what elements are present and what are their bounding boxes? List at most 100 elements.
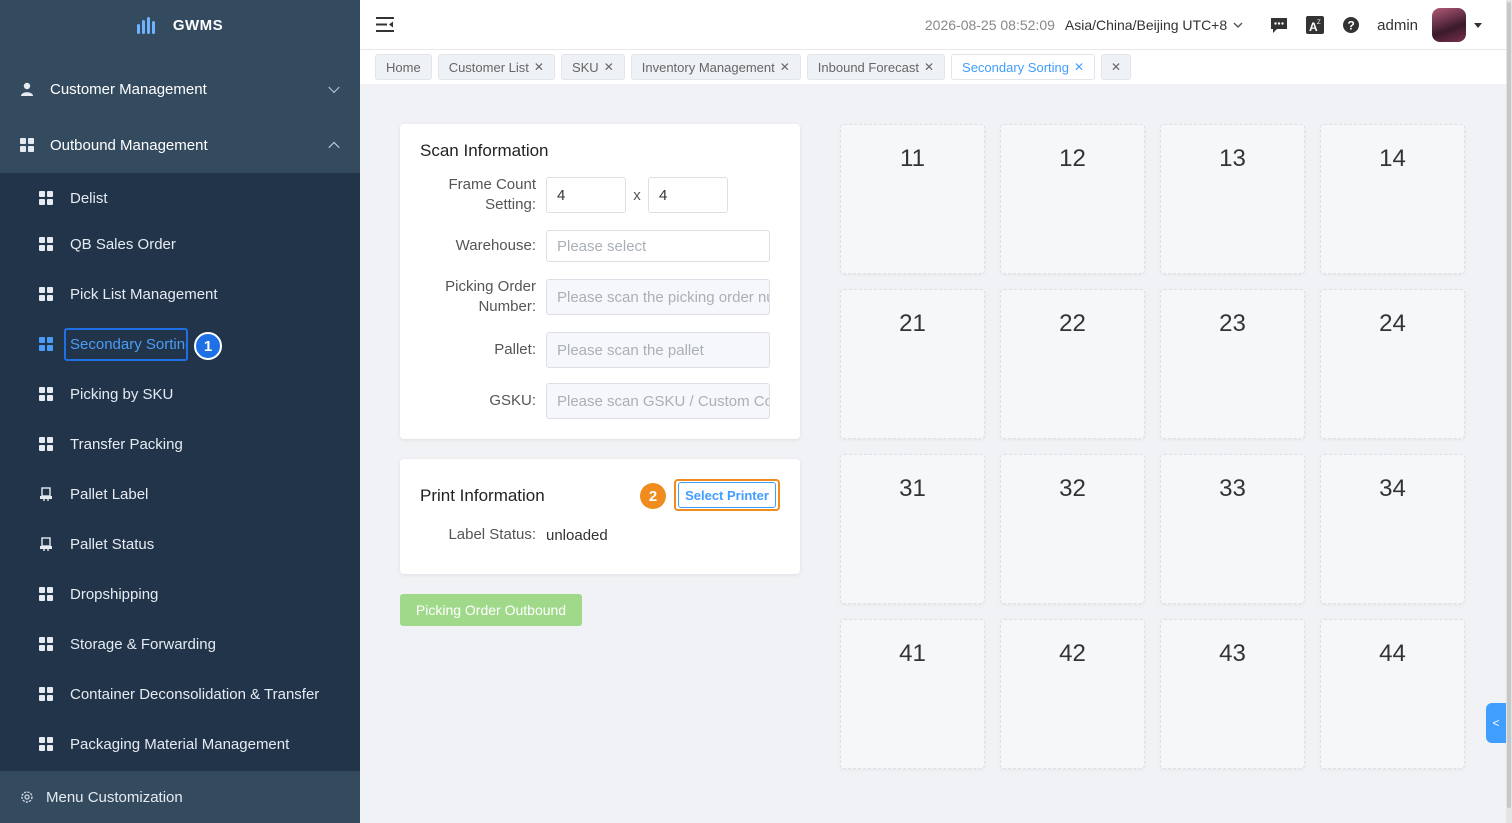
grid-icon (39, 191, 53, 205)
help-icon[interactable]: ? (1341, 15, 1361, 35)
sidebar-item-label: Pallet Status (70, 535, 155, 553)
sidebar-item-pallet-status[interactable]: Pallet Status (0, 519, 360, 569)
label-status-label: Label Status: (448, 526, 536, 543)
avatar[interactable] (1432, 8, 1466, 42)
username[interactable]: admin (1377, 17, 1418, 34)
sidebar-item-delist[interactable]: Delist (0, 173, 360, 219)
side-panel-toggle[interactable]: < (1486, 703, 1506, 743)
grid-icon (39, 337, 53, 351)
app-logo[interactable]: GWMS (0, 0, 360, 50)
caret-down-icon[interactable] (1474, 22, 1482, 28)
close-all-tabs-button[interactable]: ✕ (1101, 54, 1132, 80)
frame-cell[interactable]: 41 (840, 619, 985, 769)
tab-inbound-forecast[interactable]: Inbound Forecast ✕ (806, 54, 946, 80)
grid-icon (39, 437, 53, 451)
frame-cell[interactable]: 22 (1000, 289, 1145, 439)
frame-cell[interactable]: 11 (840, 124, 985, 274)
svg-text:Z: Z (1317, 20, 1321, 26)
print-information-card: Print Information 2 Select Printer Label… (400, 459, 800, 574)
page-scrollbar[interactable] (1506, 0, 1512, 823)
tab-secondary-sorting[interactable]: Secondary Sorting ✕ (951, 54, 1096, 80)
sidebar-item-pallet-label[interactable]: Pallet Label (0, 469, 360, 519)
step-badge: 2 (640, 483, 666, 509)
gsku-input[interactable]: Please scan GSKU / Custom Co (546, 383, 770, 419)
menu-group-label: Outbound Management (50, 136, 208, 154)
select-printer-label: Select Printer (678, 482, 776, 508)
sidebar-item-dropshipping[interactable]: Dropshipping (0, 569, 360, 619)
sidebar-item-storage-forwarding[interactable]: Storage & Forwarding (0, 619, 360, 669)
picking-order-input[interactable]: Please scan the picking order nu (546, 279, 770, 315)
sidebar: GWMS Customer Management Outbound Manage… (0, 0, 360, 823)
picking-order-outbound-button[interactable]: Picking Order Outbound (400, 594, 582, 626)
gear-icon (20, 790, 34, 804)
menu-toggle-icon[interactable] (376, 17, 394, 32)
frame-cell[interactable]: 43 (1160, 619, 1305, 769)
user-icon (20, 82, 34, 96)
frame-cell[interactable]: 23 (1160, 289, 1305, 439)
frame-cell[interactable]: 44 (1320, 619, 1465, 769)
sidebar-item-label: Picking by SKU (70, 385, 174, 403)
grid-icon (39, 587, 53, 601)
sidebar-item-qb-sales-order[interactable]: QB Sales Order (0, 219, 360, 269)
frame-cell[interactable]: 13 (1160, 124, 1305, 274)
message-icon[interactable] (1269, 15, 1289, 35)
grid-icon (39, 737, 53, 751)
frame-cell[interactable]: 21 (840, 289, 985, 439)
pallet-input[interactable]: Please scan the pallet (546, 332, 770, 368)
frame-cell[interactable]: 31 (840, 454, 985, 604)
menu-group-customer-management[interactable]: Customer Management (0, 61, 360, 117)
sidebar-item-label: Delist (70, 189, 108, 207)
grid-icon (39, 687, 53, 701)
sidebar-item-packaging-material[interactable]: Packaging Material Management (0, 719, 360, 769)
language-icon[interactable]: AZ (1305, 15, 1325, 35)
warehouse-select[interactable]: Please select (546, 230, 770, 262)
sidebar-item-secondary-sorting[interactable]: Secondary Sorting 1 (0, 319, 360, 369)
sidebar-item-picking-by-sku[interactable]: Picking by SKU (0, 369, 360, 419)
sidebar-item-pick-list-management[interactable]: Pick List Management (0, 269, 360, 319)
frame-separator: x (633, 186, 641, 204)
sidebar-item-label: Transfer Packing (70, 435, 183, 453)
tab-home[interactable]: Home (375, 54, 432, 80)
sidebar-item-transfer-packing[interactable]: Transfer Packing (0, 419, 360, 469)
pallet-row: Pallet: Please scan the pallet (420, 332, 780, 368)
frame-cell[interactable]: 34 (1320, 454, 1465, 604)
chevron-up-icon (328, 141, 340, 154)
top-header: 2026-08-25 08:52:09 Asia/China/Beijing U… (360, 0, 1512, 50)
frame-cell[interactable]: 12 (1000, 124, 1145, 274)
menu-customization[interactable]: Menu Customization (0, 771, 360, 823)
frame-cols-input[interactable]: 4 (648, 177, 728, 213)
close-icon[interactable]: ✕ (780, 60, 790, 74)
pallet-label: Pallet: (494, 341, 536, 358)
tabs-bar: Home Customer List ✕ SKU ✕ Inventory Man… (360, 50, 1512, 84)
svg-text:?: ? (1348, 19, 1355, 33)
tab-sku[interactable]: SKU ✕ (560, 54, 625, 80)
close-icon: ✕ (1111, 60, 1122, 74)
close-icon[interactable]: ✕ (924, 60, 934, 74)
chevron-down-icon (1233, 22, 1243, 28)
grid-icon (39, 237, 53, 251)
frame-cell[interactable]: 42 (1000, 619, 1145, 769)
close-icon[interactable]: ✕ (1074, 60, 1084, 74)
frame-cell[interactable]: 24 (1320, 289, 1465, 439)
grid-icon (39, 637, 53, 651)
sidebar-item-container-deconsolidation[interactable]: Container Deconsolidation & Transfer (0, 669, 360, 719)
select-printer-button[interactable]: Select Printer (674, 479, 780, 511)
current-datetime: 2026-08-25 08:52:09 (924, 17, 1055, 33)
close-icon[interactable]: ✕ (534, 60, 544, 74)
tab-label: Inbound Forecast (817, 59, 919, 75)
outbound-submenu: Delist QB Sales Order Pick List Manageme… (0, 173, 360, 772)
close-icon[interactable]: ✕ (604, 60, 614, 74)
frame-rows-input[interactable]: 4 (546, 177, 626, 213)
timezone-select[interactable]: Asia/China/Beijing UTC+8 (1065, 17, 1243, 33)
frame-cell[interactable]: 33 (1160, 454, 1305, 604)
chevron-down-icon (328, 81, 340, 94)
scan-information-title: Scan Information (420, 141, 549, 160)
frame-cell[interactable]: 14 (1320, 124, 1465, 274)
tab-inventory-management[interactable]: Inventory Management ✕ (630, 54, 801, 80)
printer-icon (39, 487, 53, 501)
gsku-label: GSKU: (489, 392, 536, 409)
grid-icon (39, 287, 53, 301)
menu-group-outbound-management[interactable]: Outbound Management (0, 117, 360, 173)
frame-cell[interactable]: 32 (1000, 454, 1145, 604)
tab-customer-list[interactable]: Customer List ✕ (437, 54, 555, 80)
